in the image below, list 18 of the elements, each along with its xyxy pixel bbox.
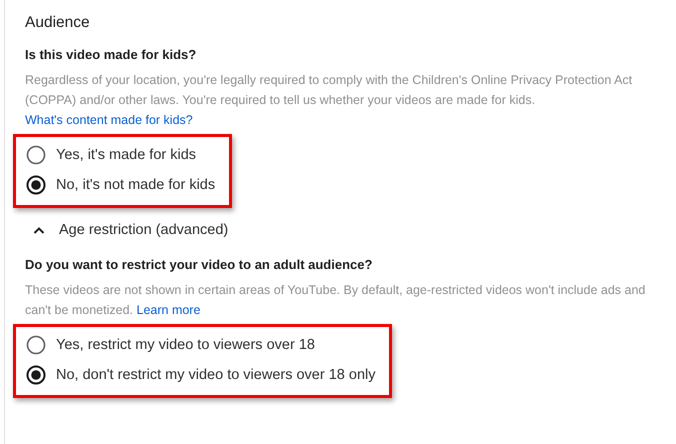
- help-link[interactable]: What's content made for kids?: [25, 113, 193, 127]
- radio-button[interactable]: [26, 175, 46, 195]
- question-text: Do you want to restrict your video to an adult audience?: [25, 257, 372, 272]
- description-text: Regardless of your location, you're legally required to comply with the Children's Online Privacy Protection Act (COPPA) and/or other laws. You're required to tell us whether your videos are made for kids. What's content made for kids?: [25, 72, 634, 129]
- question-text: Is this video made for kids?: [25, 47, 196, 62]
- radio-button[interactable]: [26, 145, 46, 165]
- radio-button[interactable]: [26, 365, 46, 385]
- collapse-toggle[interactable]: [33, 226, 45, 234]
- section-title: Age restriction (advanced): [59, 222, 228, 238]
- description-text: These videos are not shown in certain areas of YouTube. By default, age-restricted videos won't include ads and can't be monetized. Learn more: [25, 282, 646, 319]
- radio-button[interactable]: [26, 335, 46, 355]
- section-title: Audience: [25, 14, 90, 32]
- radio-option[interactable]: No, it's not made for kids: [26, 175, 216, 195]
- learn-more-link[interactable]: Learn more: [136, 303, 200, 317]
- chevron-icon: [33, 226, 45, 234]
- radio-option[interactable]: No, don't restrict my video to viewers over 18 only: [26, 365, 376, 385]
- radio-option[interactable]: Yes, restrict my video to viewers over 18: [26, 335, 376, 355]
- radio-option[interactable]: Yes, it's made for kids: [26, 145, 216, 165]
